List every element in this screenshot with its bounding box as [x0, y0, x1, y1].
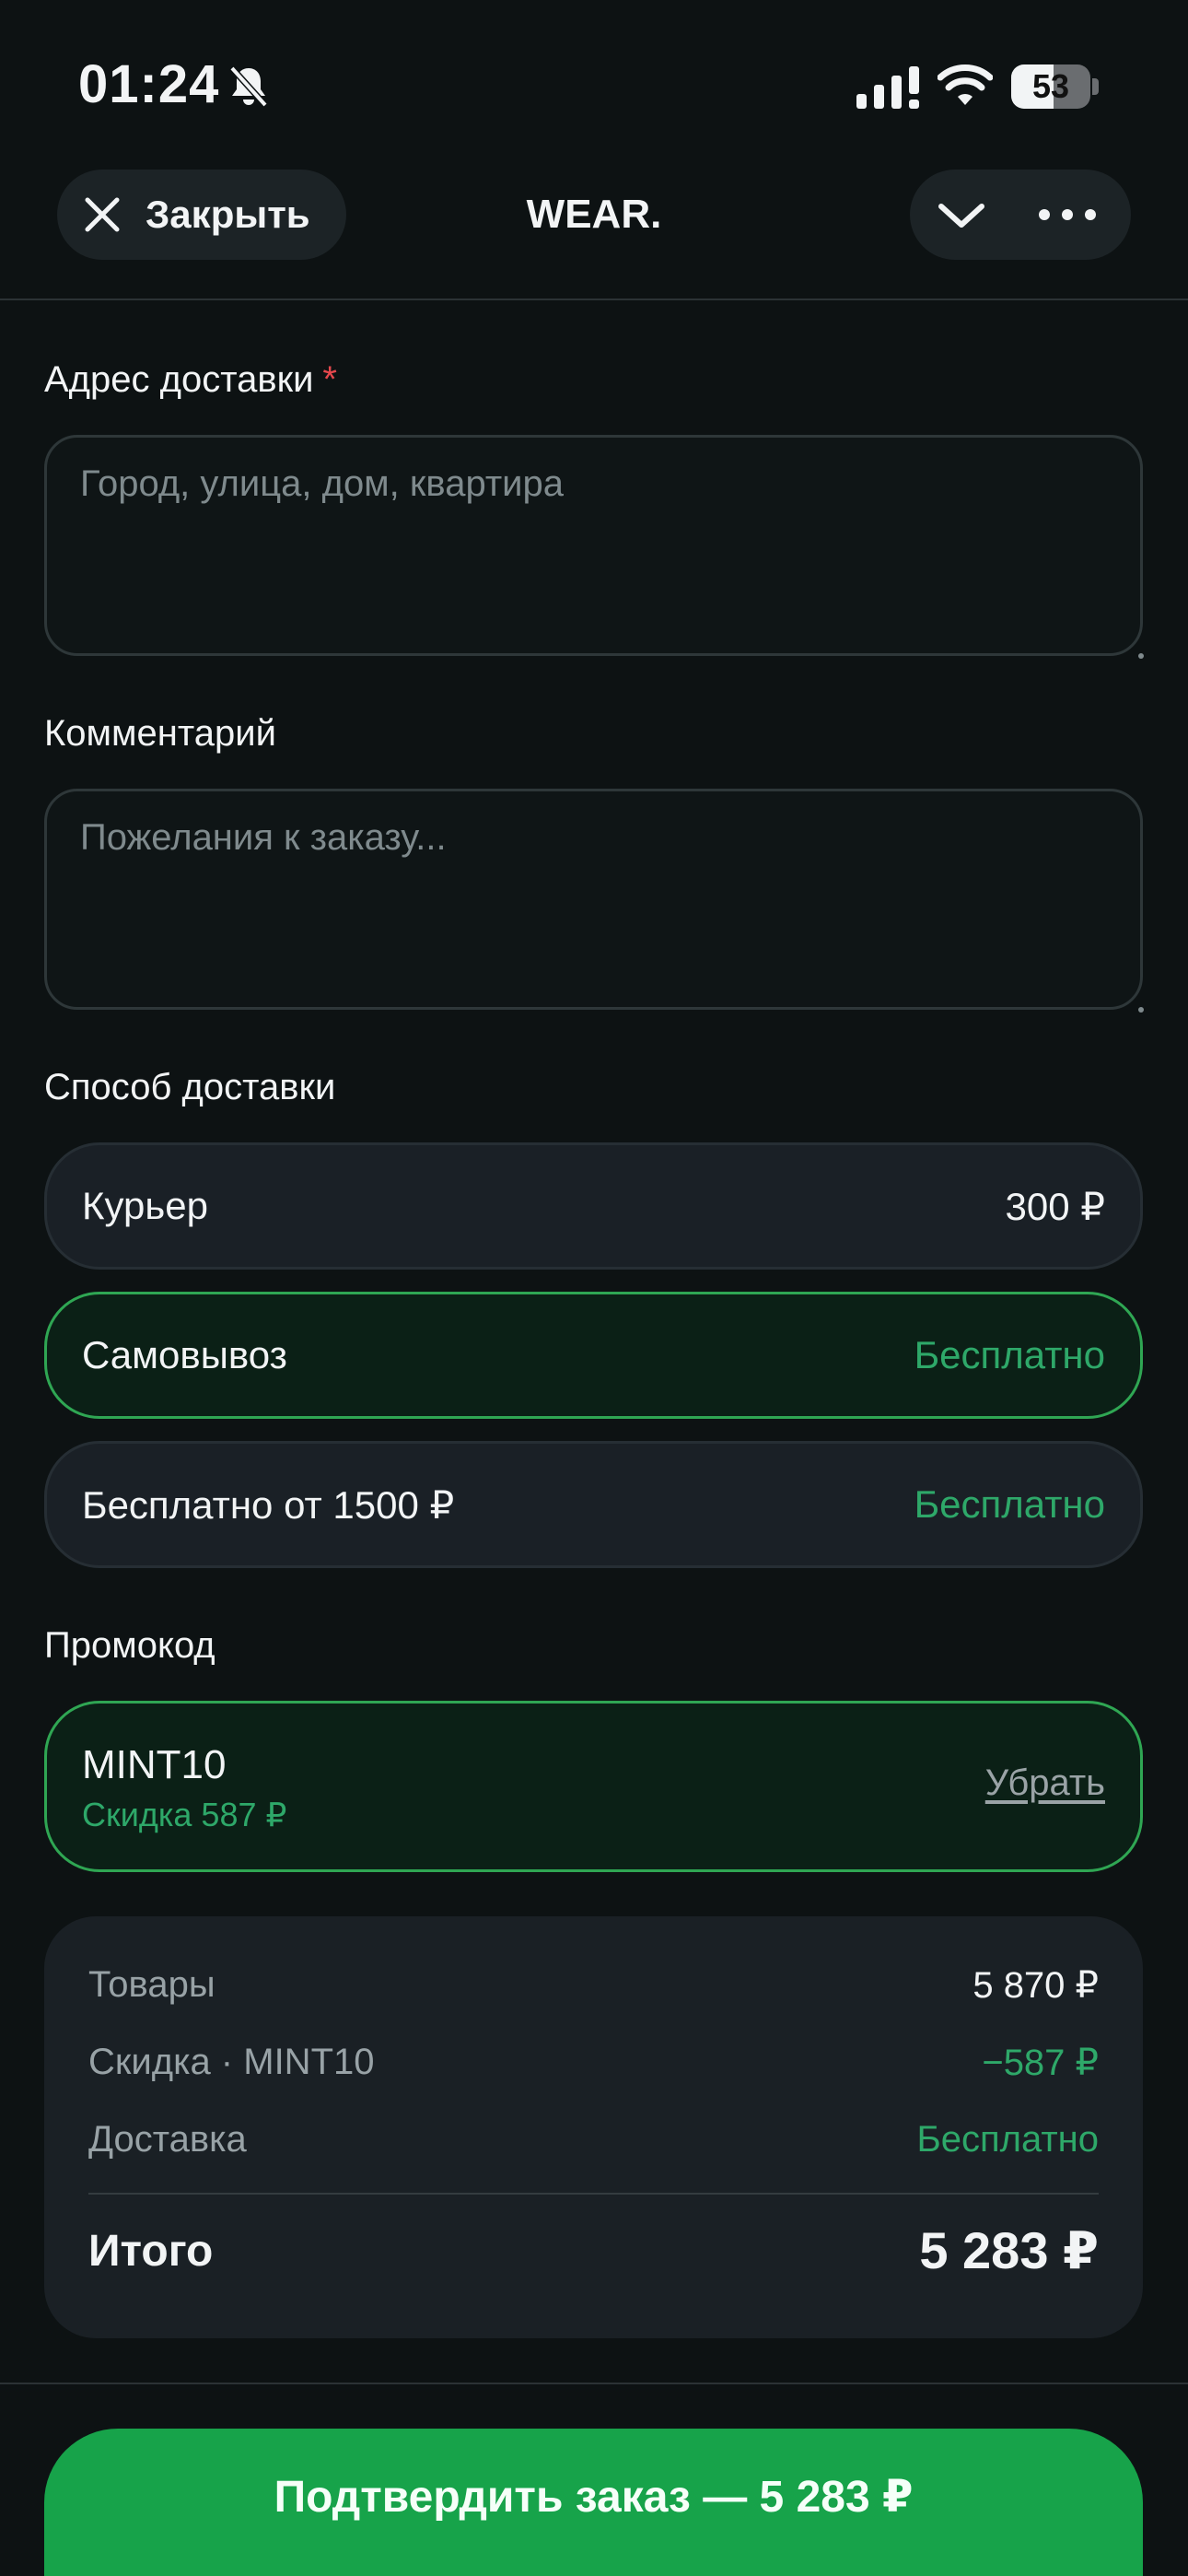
- delivery-option-name: Курьер: [82, 1184, 208, 1227]
- delivery-option-price: 300 ₽: [1005, 1184, 1105, 1228]
- address-input[interactable]: Город, улица, дом, квартира: [44, 435, 1144, 659]
- battery-nub: [1092, 78, 1099, 95]
- comment-label: Комментарий: [44, 713, 276, 754]
- summary-row-items: Товары 5 870 ₽: [88, 1964, 1099, 2007]
- bottom-divider: [0, 2383, 1188, 2384]
- delivery-label: Способ доставки: [44, 1067, 336, 1107]
- total-label: Итого: [88, 2226, 214, 2276]
- resize-handle[interactable]: [1138, 653, 1144, 659]
- required-mark: *: [322, 359, 337, 400]
- delivery-option-name: Бесплатно от 1500 ₽: [82, 1482, 455, 1527]
- summary-row-delivery: Доставка Бесплатно: [88, 2119, 1099, 2160]
- summary-row-discount: Скидка · MINT10 −587 ₽: [88, 2042, 1099, 2084]
- chevron-down-icon[interactable]: [934, 192, 989, 238]
- address-placeholder: Город, улица, дом, квартира: [80, 463, 564, 504]
- comment-placeholder: Пожелания к заказу...: [80, 817, 447, 858]
- battery-icon: 53: [1011, 64, 1100, 109]
- summary-total: Итого 5 283 ₽: [88, 2220, 1099, 2281]
- summary-divider: [88, 2193, 1099, 2195]
- more-icon[interactable]: [1035, 192, 1100, 238]
- address-label-text: Адрес доставки: [44, 359, 314, 400]
- close-button[interactable]: Закрыть: [57, 170, 346, 260]
- delivery-option-price: Бесплатно: [914, 1333, 1105, 1376]
- promo-label: Промокод: [44, 1625, 215, 1666]
- summary-value: −587 ₽: [982, 2043, 1099, 2083]
- header-actions: [910, 170, 1131, 260]
- close-button-label: Закрыть: [146, 193, 310, 236]
- promo-applied-card: MINT10 Скидка 587 ₽ Убрать: [44, 1701, 1143, 1872]
- status-bar: 01:24 53: [0, 0, 1188, 166]
- delivery-option-courier[interactable]: Курьер 300 ₽: [44, 1142, 1143, 1270]
- app-header: Закрыть WEAR.: [0, 166, 1188, 300]
- signal-icon: [856, 66, 919, 109]
- summary-key: Товары: [88, 1964, 215, 2005]
- total-value: 5 283 ₽: [919, 2221, 1099, 2279]
- resize-handle[interactable]: [1138, 1007, 1144, 1013]
- confirm-order-button[interactable]: Подтвердить заказ — 5 283 ₽: [44, 2429, 1143, 2576]
- promo-code: MINT10: [82, 1742, 227, 1787]
- battery-percent: 53: [1031, 67, 1070, 105]
- summary-value: Бесплатно: [916, 2119, 1099, 2160]
- bell-slash-icon: [229, 65, 268, 108]
- wifi-icon: [938, 64, 993, 105]
- promo-discount: Скидка 587 ₽: [82, 1796, 287, 1833]
- confirm-order-label: Подтвердить заказ — 5 283 ₽: [274, 2473, 914, 2522]
- delivery-option-pickup[interactable]: Самовывоз Бесплатно: [44, 1292, 1143, 1419]
- delivery-option-name: Самовывоз: [82, 1333, 287, 1376]
- close-icon: [85, 197, 120, 232]
- delivery-option-price: Бесплатно: [914, 1482, 1105, 1526]
- order-summary: Товары 5 870 ₽ Скидка · MINT10 −587 ₽ До…: [44, 1916, 1143, 2338]
- summary-key: Доставка: [88, 2119, 247, 2160]
- promo-remove-link[interactable]: Убрать: [985, 1762, 1105, 1804]
- address-label: Адрес доставки *: [44, 359, 337, 401]
- battery-shell: 53: [1011, 64, 1090, 109]
- app-title: WEAR.: [526, 192, 662, 237]
- summary-value: 5 870 ₽: [973, 1965, 1099, 2006]
- delivery-option-free-threshold[interactable]: Бесплатно от 1500 ₽ Бесплатно: [44, 1441, 1143, 1568]
- status-time: 01:24: [78, 54, 220, 114]
- summary-key: Скидка · MINT10: [88, 2042, 375, 2082]
- checkout-page: 01:24 53 Закрыть WEAR. Адрес доставки * …: [0, 0, 1188, 2576]
- comment-input[interactable]: Пожелания к заказу...: [44, 789, 1144, 1013]
